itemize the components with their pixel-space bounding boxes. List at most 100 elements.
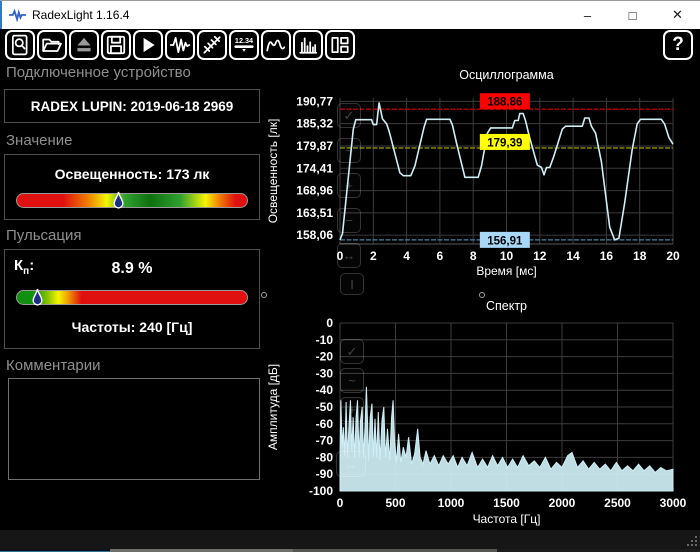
svg-text:Освещенность [лк]: Освещенность [лк] (266, 119, 280, 224)
svg-text:158,06: 158,06 (296, 228, 333, 242)
svg-text:1000: 1000 (438, 496, 465, 510)
svg-text:0: 0 (337, 496, 344, 510)
svg-text:10: 10 (500, 249, 514, 263)
device-section-header: Подключенное устройство (6, 64, 191, 81)
osc-zoom-out-icon[interactable]: − (337, 208, 361, 233)
svg-text:4: 4 (403, 249, 410, 263)
svg-text:-10: -10 (316, 333, 334, 347)
svg-text:1500: 1500 (493, 496, 520, 510)
osc-zoom-in-icon[interactable]: + (337, 173, 361, 198)
svg-text:-90: -90 (316, 467, 334, 481)
svg-text:20: 20 (666, 249, 680, 263)
osc-select-tool-icon[interactable]: ✓ (337, 103, 361, 128)
spec-zoom-in-icon[interactable]: + (340, 397, 364, 422)
svg-text:Время [мс]: Время [мс] (476, 264, 536, 278)
layout-view-button[interactable] (325, 30, 355, 60)
svg-text:Спектр: Спектр (486, 299, 527, 313)
svg-text:168,96: 168,96 (296, 184, 333, 198)
svg-text:-60: -60 (316, 417, 334, 431)
spectrum-view-button[interactable] (293, 30, 323, 60)
comments-section-header: Комментарии (6, 357, 101, 374)
eject-icon (77, 37, 91, 52)
layout-icon (331, 36, 349, 54)
svg-text:163,51: 163,51 (296, 206, 333, 220)
splitter-handle-icon[interactable] (261, 292, 267, 298)
svg-text:-30: -30 (316, 366, 334, 380)
svg-text:-80: -80 (316, 450, 334, 464)
minimize-button[interactable]: – (565, 1, 610, 29)
pulsation-section-header: Пульсация (6, 227, 82, 244)
close-button[interactable]: ✕ (655, 1, 700, 29)
svg-text:12.34: 12.34 (235, 36, 253, 45)
svg-text:Амплитуда [дБ]: Амплитуда [дБ] (266, 364, 280, 450)
svg-text:-50: -50 (316, 400, 334, 414)
svg-text:500: 500 (385, 496, 405, 510)
svg-text:Частота [Гц]: Частота [Гц] (473, 512, 541, 526)
titlebar: RadexLight 1.16.4 – □ ✕ (0, 1, 700, 29)
window-title: RadexLight 1.16.4 (32, 8, 130, 22)
spec-curve-tool-icon[interactable]: ~ (340, 368, 364, 393)
svg-text:188,86: 188,86 (487, 97, 522, 109)
illuminance-scale-bar (16, 191, 248, 209)
svg-text:8: 8 (470, 249, 477, 263)
svg-text:18: 18 (633, 249, 647, 263)
svg-text:14: 14 (566, 249, 580, 263)
svg-text:-20: -20 (316, 350, 334, 364)
svg-text:Осциллограмма: Осциллограмма (459, 68, 553, 82)
svg-text:2: 2 (370, 249, 377, 263)
app-window: RadexLight 1.16.4 – □ ✕ 12.34? Подключен… (0, 0, 700, 552)
svg-text:3000: 3000 (660, 496, 687, 510)
svg-text:156,91: 156,91 (487, 235, 523, 247)
oscillogram-chart[interactable]: 0 2 4 6 8 10 12 14 16 18 20190,77185,32179,87174,4… (264, 61, 700, 296)
eject-button[interactable] (69, 30, 99, 60)
oscillogram-view-button[interactable] (261, 30, 291, 60)
kp-label: Кп: (14, 257, 35, 277)
svg-text:190,77: 190,77 (296, 94, 333, 108)
svg-text:12: 12 (533, 249, 547, 263)
open-button[interactable] (37, 30, 67, 60)
svg-text:-100: -100 (309, 484, 333, 498)
device-name: RADEX LUPIN: 2019-06-18 2969 (30, 98, 234, 114)
pulsation-marker-icon (32, 288, 43, 306)
svg-text:185,32: 185,32 (296, 117, 333, 131)
spectrum-chart[interactable]: 0 500 1000 1500 2000 2500 3000 0 -10 -20 -30 -40 -50… (264, 296, 700, 531)
illuminance-value: Освещенность: 173 лк (54, 166, 210, 182)
numeric-display-button[interactable]: 12.34 (229, 30, 259, 60)
start-button[interactable] (133, 30, 163, 60)
numeric-icon: 12.34 (234, 36, 254, 52)
save-button[interactable] (101, 30, 131, 60)
pulsation-mode-button[interactable] (165, 30, 195, 60)
folder-icon (42, 38, 62, 52)
svg-text:6: 6 (437, 249, 444, 263)
bars-icon (299, 37, 318, 54)
spec-pan-tool-icon[interactable]: ↔ (336, 451, 366, 477)
svg-text:-70: -70 (316, 434, 334, 448)
wave-icon (266, 39, 286, 52)
svg-text:16: 16 (600, 249, 614, 263)
status-bar (0, 530, 700, 549)
svg-text:179,39: 179,39 (487, 137, 522, 149)
toolbar: 12.34? (0, 29, 700, 63)
svg-text:-40: -40 (316, 383, 334, 397)
pulsation-scale-bar (16, 288, 248, 306)
svg-text:179,87: 179,87 (296, 139, 333, 153)
pulsation-box: Кп: 8.9 % Частоты: 240 [Гц] (4, 249, 260, 349)
play-icon (143, 37, 155, 53)
splitter-handle-icon[interactable] (479, 292, 485, 298)
svg-text:2500: 2500 (604, 496, 631, 510)
help-button[interactable]: ? (663, 30, 693, 60)
magnifier-icon (11, 34, 28, 56)
comments-input[interactable] (8, 378, 260, 480)
svg-text:0: 0 (326, 316, 333, 330)
spec-select-tool-icon[interactable]: ✓ (340, 339, 364, 364)
frequency-value: Частоты: 240 [Гц] (71, 319, 193, 335)
maximize-button[interactable]: □ (610, 1, 655, 29)
svg-text:2000: 2000 (549, 496, 576, 510)
osc-pan-horizontal-icon[interactable]: ↔ (337, 243, 361, 268)
osc-curve-tool-icon[interactable]: ~ (337, 138, 361, 163)
light-rays-mode-button[interactable] (197, 30, 227, 60)
preview-button[interactable] (5, 30, 35, 60)
osc-cursor-tool-icon[interactable]: I (340, 273, 364, 295)
resize-grip-icon[interactable] (686, 535, 697, 546)
app-icon (9, 8, 26, 22)
